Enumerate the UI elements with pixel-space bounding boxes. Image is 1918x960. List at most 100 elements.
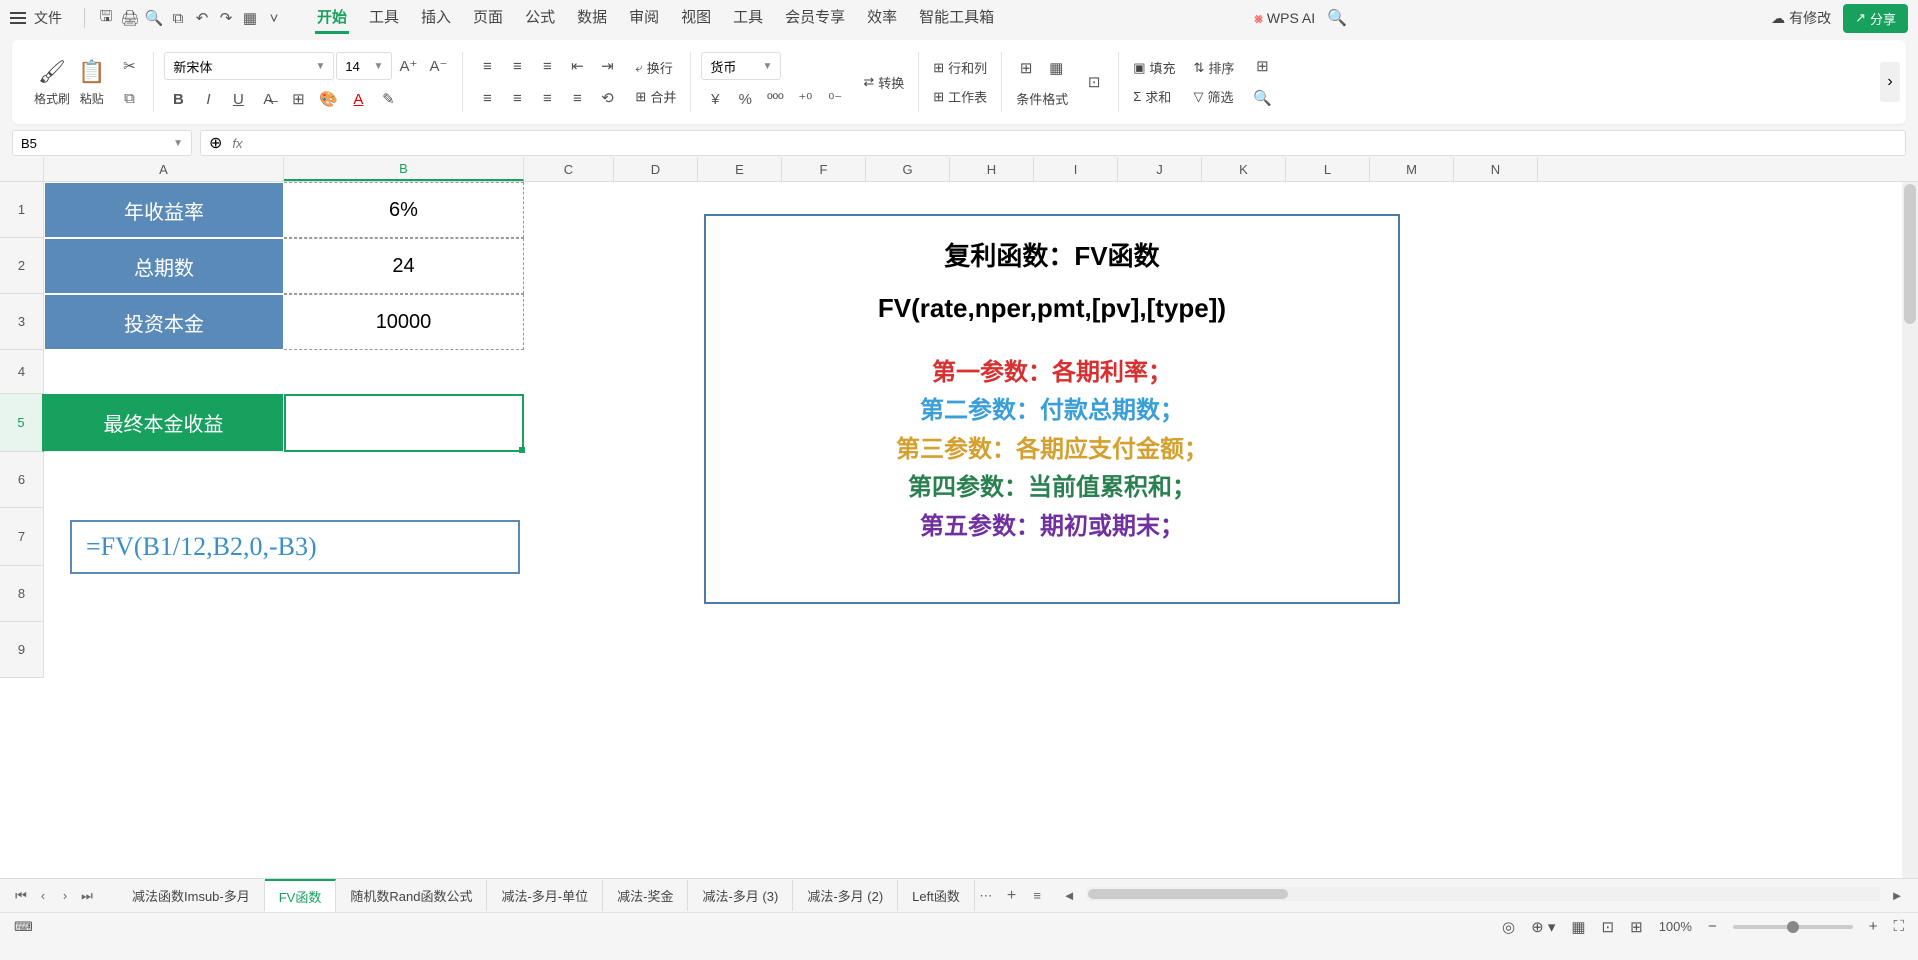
row-header-5[interactable]: 5 <box>0 394 44 452</box>
tab-tools2[interactable]: 工具 <box>731 2 765 34</box>
filter-button[interactable]: ▽筛选 <box>1190 85 1239 108</box>
col-header-N[interactable]: N <box>1454 158 1538 181</box>
qat-table-icon[interactable]: ▦ <box>239 7 261 29</box>
row-header-4[interactable]: 4 <box>0 350 44 394</box>
merge-button[interactable]: ⊞ 合并 <box>631 85 680 108</box>
tab-toolbox[interactable]: 智能工具箱 <box>917 2 996 34</box>
indent-increase-icon[interactable]: ⇥ <box>593 53 621 79</box>
page-layout-icon[interactable]: ⊡ <box>1602 918 1615 936</box>
wrap-text-button[interactable]: ⤶ 换行 <box>631 56 680 79</box>
tab-formula[interactable]: 公式 <box>523 2 557 34</box>
page-break-icon[interactable]: ⊞ <box>1630 918 1643 936</box>
formula-text-box[interactable]: =FV(B1/12,B2,0,-B3) <box>70 520 520 574</box>
zoom-slider[interactable] <box>1733 925 1853 929</box>
fullscreen-icon[interactable]: ⛶ <box>1893 918 1904 935</box>
cell-A3[interactable]: 投资本金 <box>44 294 284 350</box>
tab-member[interactable]: 会员专享 <box>783 2 847 34</box>
align-left-icon[interactable]: ≡ <box>473 85 501 111</box>
cut-icon[interactable]: ✂ <box>115 53 143 79</box>
col-header-B[interactable]: B <box>284 158 524 181</box>
tab-insert[interactable]: 插入 <box>419 2 453 34</box>
tab-overflow-icon[interactable]: ⋯ <box>975 885 997 907</box>
format-painter-button[interactable]: 🖌 格式刷 <box>30 54 74 111</box>
wps-ai-button[interactable]: ⨳ WPS AI <box>1254 10 1315 27</box>
col-header-A[interactable]: A <box>44 158 284 181</box>
align-justify-icon[interactable]: ≡ <box>563 85 591 111</box>
percent-icon[interactable]: % <box>731 86 759 112</box>
row-header-8[interactable]: 8 <box>0 566 44 622</box>
col-header-L[interactable]: L <box>1286 158 1370 181</box>
freeze-icon[interactable]: ⊡ <box>1080 69 1108 95</box>
table-style-icon[interactable]: ⊞ <box>1012 55 1040 81</box>
horizontal-scrollbar[interactable] <box>1086 887 1880 901</box>
tab-review[interactable]: 审阅 <box>627 2 661 34</box>
row-header-7[interactable]: 7 <box>0 508 44 566</box>
convert-button[interactable]: ⇄ 转换 <box>859 71 908 94</box>
search-icon[interactable]: 🔍 <box>1327 8 1347 28</box>
share-button[interactable]: ↗ 分享 <box>1843 4 1908 33</box>
cond-format-button[interactable]: 条件格式 <box>1012 87 1072 110</box>
sheet-tab-5[interactable]: 减法-多月 (3) <box>688 880 793 911</box>
find-icon[interactable]: 🔍 <box>1248 85 1276 111</box>
col-header-G[interactable]: G <box>866 158 950 181</box>
cell-grid[interactable]: 年收益率 6% 总期数 24 投资本金 10000 最终本金收益 =FV(B1/… <box>44 182 1918 678</box>
tab-tools1[interactable]: 工具 <box>367 2 401 34</box>
sheet-tab-4[interactable]: 减法-奖金 <box>603 880 688 911</box>
increase-decimal-icon[interactable]: ⁺⁰ <box>791 86 819 112</box>
tab-page[interactable]: 页面 <box>471 2 505 34</box>
sheet-tab-1[interactable]: FV函数 <box>265 879 337 912</box>
col-header-D[interactable]: D <box>614 158 698 181</box>
col-header-J[interactable]: J <box>1118 158 1202 181</box>
highlight-icon[interactable]: ✎ <box>374 86 402 112</box>
qat-more-icon[interactable]: ˅ <box>263 7 285 29</box>
fx-icon[interactable]: fx <box>232 136 242 151</box>
qat-print-icon[interactable]: 🖨 <box>119 7 141 29</box>
italic-icon[interactable]: I <box>194 86 222 112</box>
normal-view-icon[interactable]: ▦ <box>1571 918 1585 936</box>
row-header-9[interactable]: 9 <box>0 622 44 678</box>
fill-button[interactable]: ▣填充 <box>1129 56 1179 79</box>
font-color-icon[interactable]: A <box>344 86 372 112</box>
paste-button[interactable]: 📋 粘贴 <box>74 54 109 111</box>
align-top-icon[interactable]: ≡ <box>473 53 501 79</box>
qat-preview-icon[interactable]: 🔍 <box>143 7 165 29</box>
row-header-3[interactable]: 3 <box>0 294 44 350</box>
col-header-H[interactable]: H <box>950 158 1034 181</box>
sheet-tab-3[interactable]: 减法-多月-单位 <box>487 880 603 911</box>
bold-icon[interactable]: B <box>164 86 192 112</box>
col-header-M[interactable]: M <box>1370 158 1454 181</box>
cell-B2[interactable]: 24 <box>284 238 524 294</box>
ribbon-expand-button[interactable]: › <box>1880 62 1900 102</box>
hscroll-left[interactable]: ◄ <box>1058 885 1080 907</box>
modified-indicator[interactable]: ☁ 有修改 <box>1771 8 1831 28</box>
align-bottom-icon[interactable]: ≡ <box>533 53 561 79</box>
vertical-scroll-thumb[interactable] <box>1904 184 1916 324</box>
cell-style-icon[interactable]: ▦ <box>1042 55 1070 81</box>
horizontal-scroll-thumb[interactable] <box>1088 889 1288 899</box>
info-text-box[interactable]: 复利函数：FV函数 FV(rate,nper,pmt,[pv],[type]) … <box>704 214 1400 604</box>
number-format-select[interactable]: 货币 ▼ <box>701 52 781 80</box>
cell-A1[interactable]: 年收益率 <box>44 182 284 238</box>
select-all-corner[interactable] <box>0 158 44 181</box>
indent-decrease-icon[interactable]: ⇤ <box>563 53 591 79</box>
col-header-I[interactable]: I <box>1034 158 1118 181</box>
align-middle-icon[interactable]: ≡ <box>503 53 531 79</box>
zoom-slider-handle[interactable] <box>1787 921 1799 933</box>
tab-nav-next[interactable]: › <box>54 885 76 907</box>
copy-icon[interactable]: ⧉ <box>115 85 143 111</box>
cell-A2[interactable]: 总期数 <box>44 238 284 294</box>
zoom-out-button[interactable]: − <box>1708 918 1717 935</box>
fill-color-icon[interactable]: 🎨 <box>314 86 342 112</box>
add-sheet-button[interactable]: + <box>997 887 1026 905</box>
qat-save-icon[interactable]: 🖫 <box>95 7 117 29</box>
worksheet-button[interactable]: ⊞ 工作表 <box>929 85 991 108</box>
col-header-F[interactable]: F <box>782 158 866 181</box>
tab-list-icon[interactable]: ≡ <box>1026 885 1048 907</box>
tab-efficiency[interactable]: 效率 <box>865 2 899 34</box>
sum-button[interactable]: Σ求和 <box>1129 85 1179 108</box>
hscroll-right[interactable]: ► <box>1886 885 1908 907</box>
app-menu-icon[interactable] <box>10 10 26 26</box>
orientation-icon[interactable]: ⟲ <box>593 85 621 111</box>
more-tools-icon[interactable]: ⊞ <box>1248 53 1276 79</box>
name-box[interactable]: B5 ▼ <box>12 130 192 156</box>
